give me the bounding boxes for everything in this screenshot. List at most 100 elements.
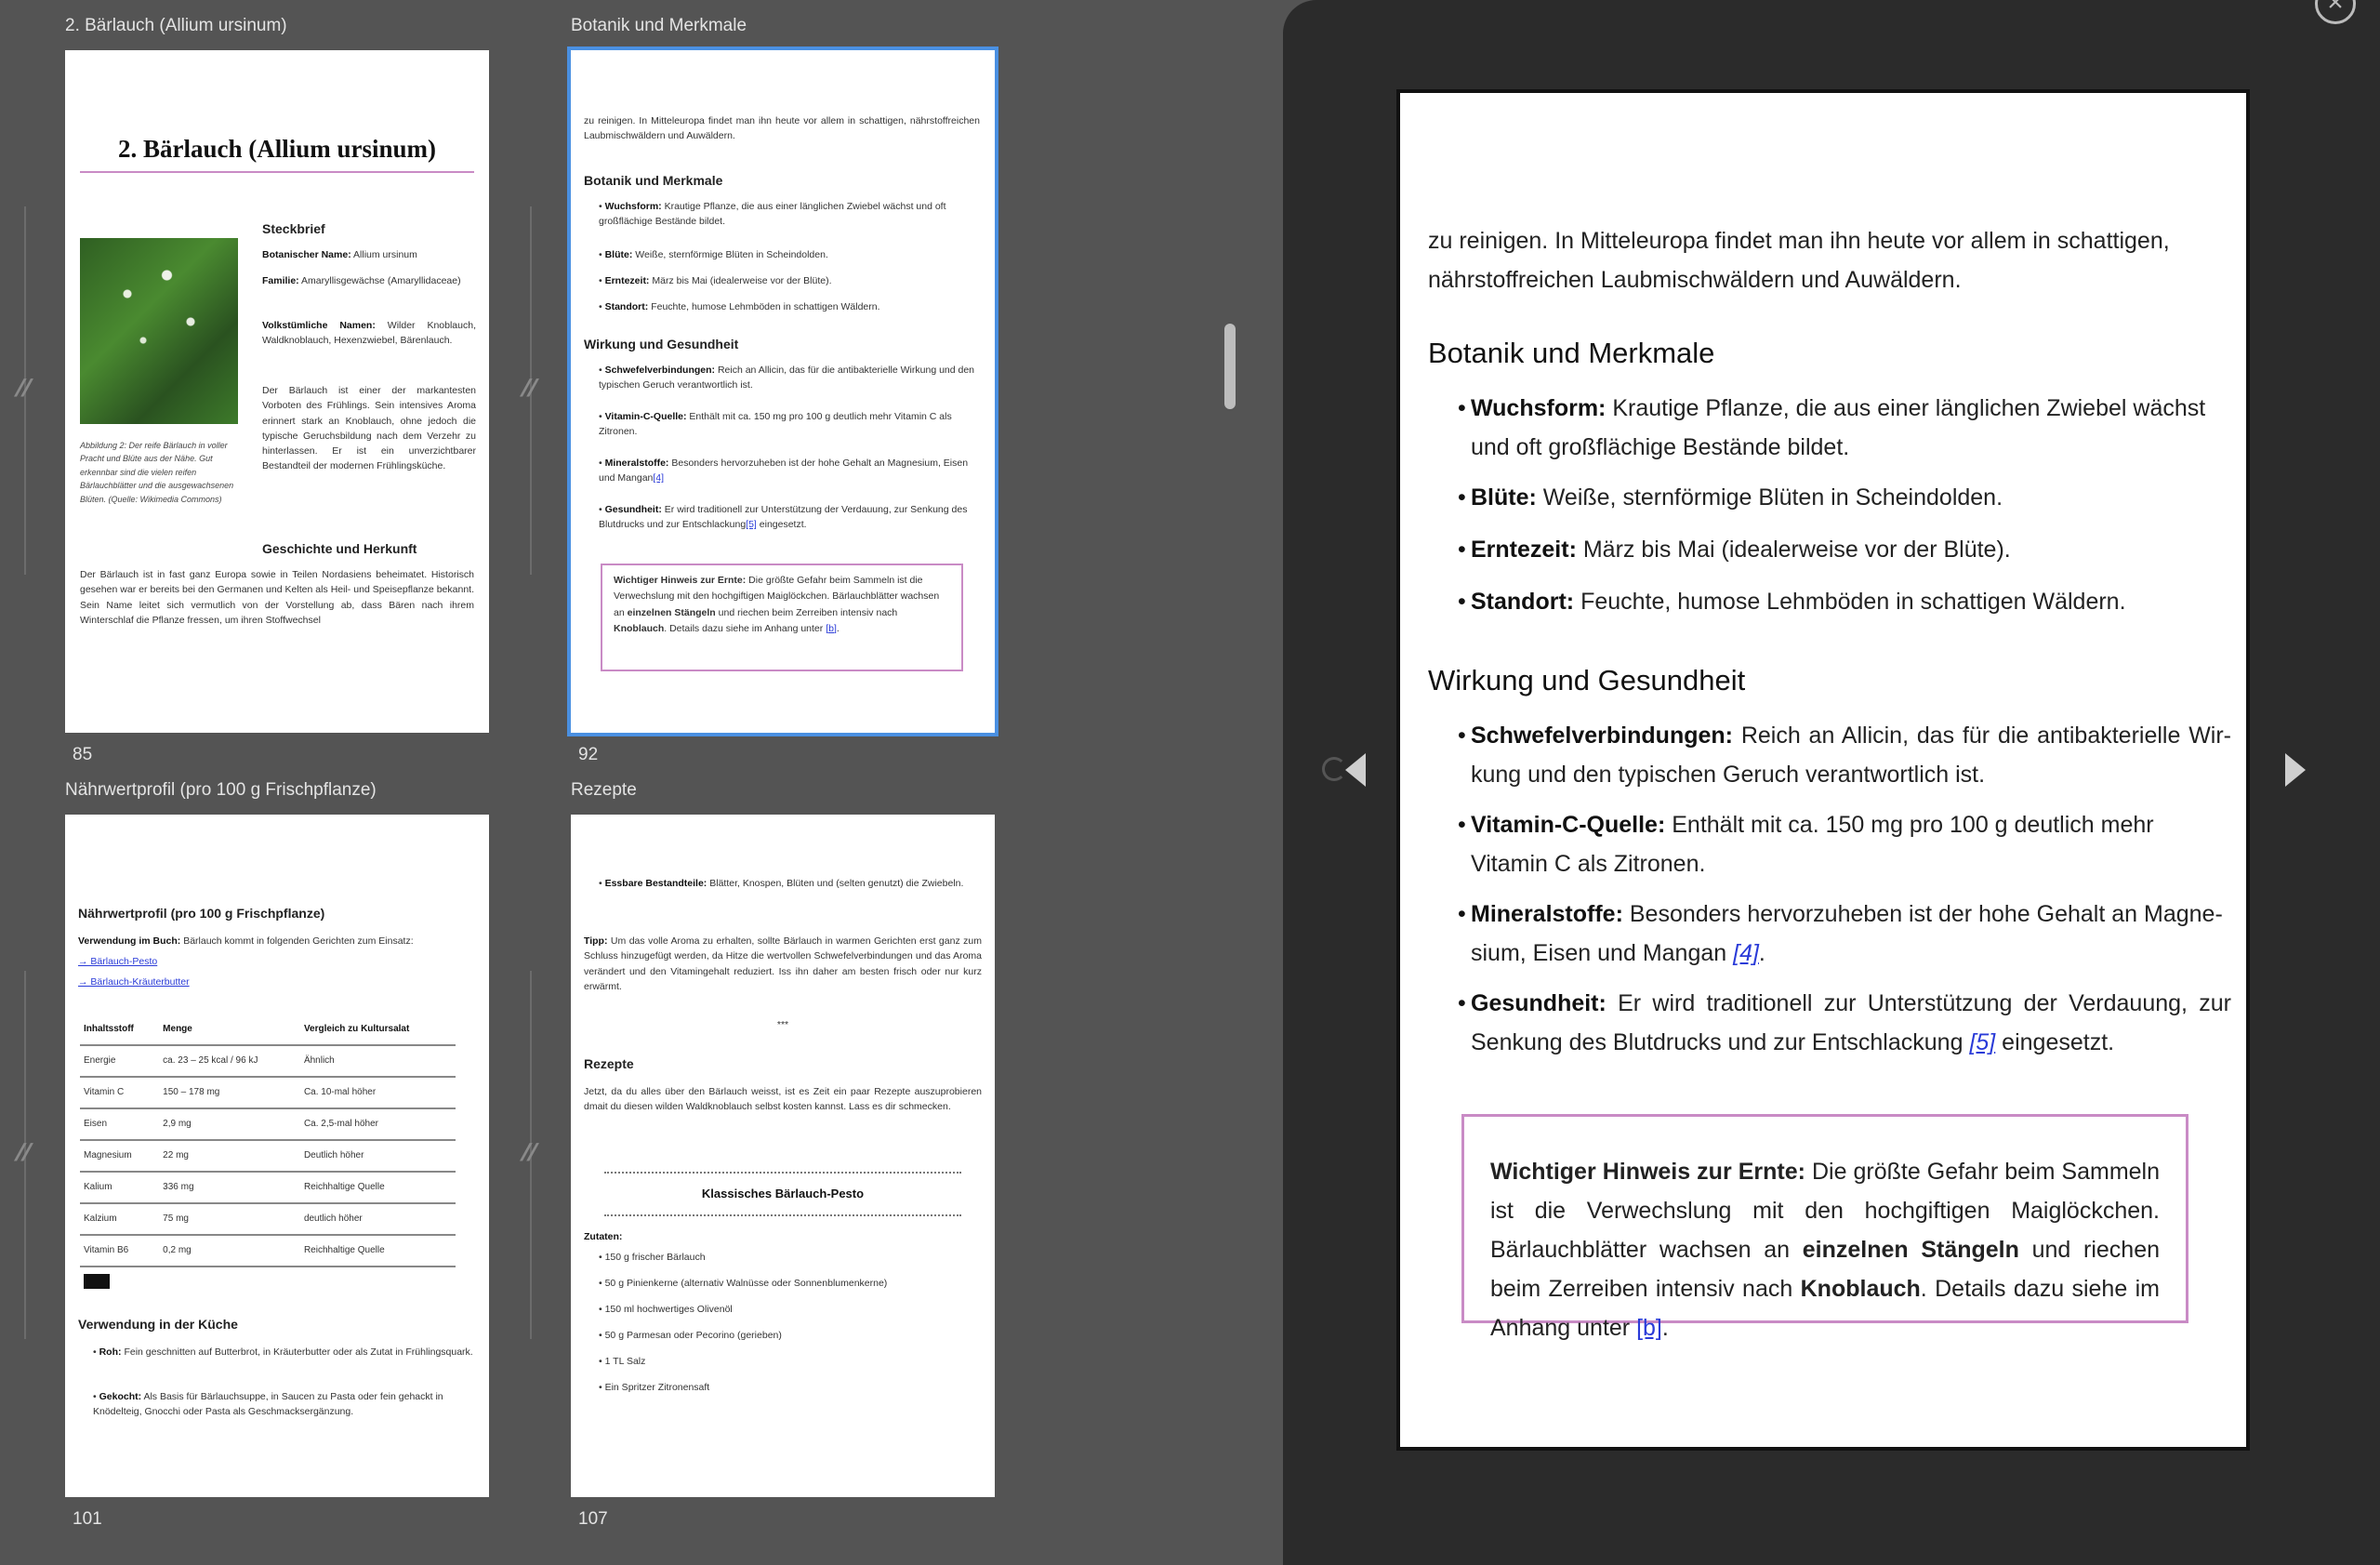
bullet-icon: • (1458, 901, 1466, 927)
page-preview-92: zu reinigen. In Mitteleuropa findet man … (1396, 89, 2250, 1451)
list-item: • Wuchsform: Krautige Pflanze, die aus e… (599, 201, 946, 228)
footnote-link[interactable]: [5] (1969, 1029, 1995, 1055)
list-item: • Schwefelverbindungen: Reich an Allicin… (599, 365, 975, 391)
thumb-text: Jetzt, da du alles über den Bärlauch wei… (584, 1086, 982, 1113)
thumb-text: Der Bärlauch ist in fast ganz Europa sow… (80, 569, 474, 626)
table-header-row: Inhaltsstoff Menge Vergleich zu Kultursa… (80, 1014, 456, 1046)
thumb-text: Familie: Amaryllisgewächse (Amarylli­dac… (262, 275, 461, 286)
table-cell: 0,2 mg (159, 1235, 300, 1267)
table-header-cell: Menge (159, 1014, 300, 1046)
harvest-warning-box: Wichtiger Hinweis zur Ernte: Die größte … (1461, 1114, 2188, 1341)
thumb-subheading: Botanik und Merkmale (584, 173, 723, 188)
page-number: 101 (73, 1509, 102, 1529)
section-heading: Botanik und Merkmale (1428, 337, 1715, 369)
table-cell: Kalzium (80, 1203, 160, 1236)
page-thumbnail-85[interactable]: 2. Bärlauch (Allium ursinum) Steckbrief … (65, 50, 489, 733)
section-separator: *** (776, 1019, 789, 1030)
table-cell: 22 mg (159, 1140, 300, 1173)
list-item: • Gekocht: Als Basis für Bärlauchsuppe, … (93, 1391, 443, 1418)
drag-handle-icon[interactable]: // (517, 374, 541, 403)
page-thumbnail-107[interactable]: • Essbare Bestandteile: Blätter, Knospen… (571, 815, 995, 1497)
grid-cell-title: Rezepte (571, 780, 637, 800)
list-item: • 150 g frischer Bärlauch (599, 1252, 706, 1263)
list-item: • Ein Spritzer Zitronensaft (599, 1382, 710, 1393)
loading-spinner-icon (1322, 757, 1346, 781)
table-cell: 2,9 mg (159, 1108, 300, 1141)
next-page-icon[interactable] (2285, 753, 2306, 787)
page-number: 92 (578, 745, 599, 764)
page-paragraph: zu reinigen. In Mitteleuropa findet man … (1428, 228, 2170, 293)
nutrition-table: Inhaltsstoff Menge Vergleich zu Kultursa… (80, 1014, 456, 1267)
thumb-subheading: Wirkung und Gesundheit (584, 337, 739, 351)
table-row: Vitamin B6 0,2 mg Reichhaltige Quelle (80, 1235, 456, 1267)
list-item: • Blüte: Weiße, sternförmige Blüten in S… (599, 249, 828, 260)
table-cell: Ähnlich (299, 1045, 456, 1078)
previous-page-icon[interactable] (1345, 753, 1366, 787)
page-thumbnail-92[interactable]: zu reinigen. In Mitteleuropa findet man … (567, 46, 998, 736)
page-grid-panel: 2. Bärlauch (Allium ursinum) 2. Bärlauch… (0, 0, 1257, 1565)
table-row: Magnesium 22 mg Deutlich höher (80, 1140, 456, 1173)
table-header-cell: Inhaltsstoff (80, 1014, 160, 1046)
thumb-text: Volkstümliche Namen: Wilder Knoblauch, W… (262, 320, 476, 347)
table-cell: Ca. 2,5-mal höher (299, 1108, 456, 1141)
list-item: • Standort: Feuchte, humose Lehmböden in… (599, 301, 880, 312)
bullet-icon: • (1458, 484, 1466, 511)
list-item: • Mineralstoffe: Besonders hervorzuheben… (599, 458, 969, 484)
drag-handle-icon[interactable]: // (11, 374, 35, 403)
thumb-text: Der Bärlauch ist einer der markantesten … (262, 385, 476, 472)
list-item: Wuchsform: Krautige Pflanze, die aus ein… (1471, 395, 2206, 460)
grid-scrollbar[interactable] (1224, 324, 1236, 409)
list-item: Schwefelverbindungen: Reich an Allicin, … (1471, 723, 2231, 788)
thumb-subheading: Verwendung in der Küche (78, 1317, 238, 1332)
grid-cell-title: 2. Bärlauch (Allium ursinum) (65, 16, 287, 35)
page-number: 85 (73, 745, 93, 764)
table-cell: 150 – 178 mg (159, 1077, 300, 1109)
table-cell: Magnesium (80, 1140, 160, 1173)
list-item: Mineralstoffe: Besonders hervorzuheben i… (1471, 901, 2223, 966)
table-cell: Vitamin C (80, 1077, 160, 1109)
recipe-title: Klassisches Bärlauch-Pesto (701, 1187, 865, 1200)
bullet-icon: • (1458, 990, 1466, 1016)
list-item: • Roh: Fein geschnitten auf Butterbrot, … (93, 1346, 473, 1358)
thumb-subheading: Nährwertprofil (pro 100 g Frischpflanze) (78, 906, 325, 921)
drag-handle-icon[interactable]: // (11, 1138, 35, 1167)
list-item: • 50 g Pinienkerne (alternativ Walnüsse … (599, 1278, 888, 1289)
list-item: • Erntezeit: März bis Mai (idealerweise … (599, 275, 832, 286)
table-row: Kalzium 75 mg deutlich höher (80, 1203, 456, 1236)
figure-caption: Abbildung 2: Der reife Bärlauch in volle… (80, 441, 234, 504)
table-cell: Ca. 10-mal höher (299, 1077, 456, 1109)
bullet-icon: • (1458, 812, 1466, 838)
list-item: Gesundheit: Er wird traditionell zur Unt… (1471, 990, 2231, 1055)
page-number: 107 (578, 1509, 608, 1529)
list-item: • Vitamin-C-Quelle: Enthält mit ca. 150 … (599, 411, 952, 438)
grid-cell-title: Botanik und Merkmale (571, 16, 747, 35)
footnote-link[interactable]: [4] (1733, 940, 1759, 966)
list-item: • 1 TL Salz (599, 1356, 646, 1367)
table-cell: Deutlich höher (299, 1140, 456, 1173)
drag-handle-icon[interactable]: // (517, 1138, 541, 1167)
table-header-cell: Vergleich zu Kultursalat (299, 1014, 456, 1046)
recipe-link-pesto[interactable]: → Bärlauch-Pesto (78, 954, 157, 969)
table-cell: 75 mg (159, 1203, 300, 1236)
table-row: Eisen 2,9 mg Ca. 2,5-mal höher (80, 1108, 456, 1141)
dotted-rule (604, 1214, 961, 1216)
thumb-subheading: Rezepte (584, 1056, 634, 1071)
list-item: Standort: Feuchte, humose Lehmböden in s… (1471, 589, 2126, 615)
harvest-warning-box: Wichtiger Hinweis zur Ernte: Die größte … (601, 564, 963, 671)
page-thumbnail-101[interactable]: Nährwertprofil (pro 100 g Frischpflanze)… (65, 815, 489, 1497)
thumb-subheading: Geschichte und Herkunft (262, 541, 417, 556)
table-cell: Energie (80, 1045, 160, 1078)
table-row: Energie ca. 23 – 25 kcal / 96 kJ Ähnlich (80, 1045, 456, 1078)
list-item: • Essbare Bestandteile: Blätter, Knospen… (599, 878, 964, 889)
bullet-icon: • (1458, 589, 1466, 615)
table-cell: Reichhaltige Quelle (299, 1172, 456, 1204)
table-cell: Eisen (80, 1108, 160, 1141)
appendix-link[interactable]: [b] (1636, 1315, 1662, 1341)
thumb-text: Zutaten: (584, 1231, 623, 1242)
thumb-text: Verwendung im Buch: Bärlauch kommt in fo… (78, 935, 414, 947)
recipe-link-kraeuterbutter[interactable]: → Bärlauch-Kräuterbutter (78, 975, 190, 989)
heading-rule (80, 171, 474, 173)
resize-handle-icon (84, 1274, 110, 1289)
list-item: • 150 ml hochwertiges Olivenöl (599, 1304, 733, 1315)
list-item: Erntezeit: März bis Mai (idealerweise vo… (1471, 537, 2011, 563)
